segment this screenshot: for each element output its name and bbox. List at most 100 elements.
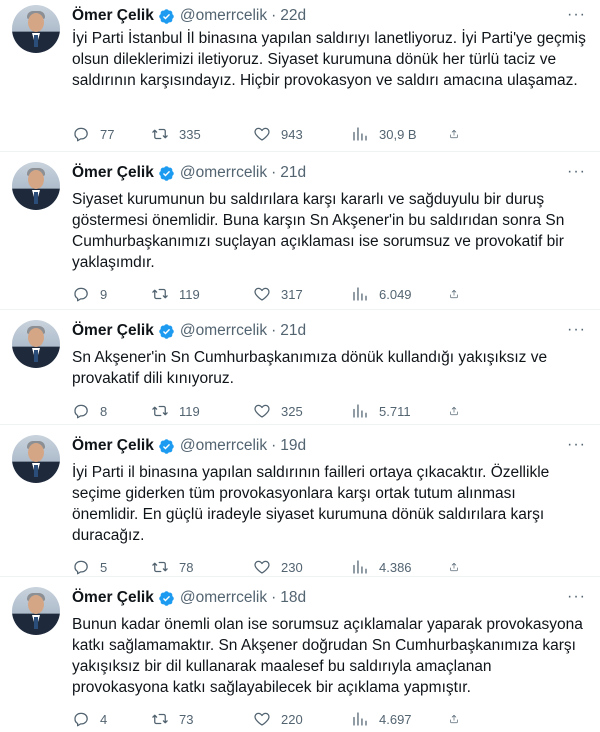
more-options-icon[interactable]: ··· (567, 6, 586, 24)
retweet-button[interactable]: 335 (151, 125, 253, 143)
author-name[interactable]: Ömer Çelik (72, 322, 154, 340)
tweet-header: Ömer Çelik @omerrcelik · 18d (72, 584, 586, 612)
retweet-count: 335 (179, 126, 201, 142)
reply-button[interactable]: 5 (72, 558, 151, 576)
tweet-text: Siyaset kurumunun bu saldırılara karşı k… (72, 191, 565, 271)
reply-count: 8 (100, 403, 108, 419)
more-options-icon[interactable]: ··· (567, 163, 586, 181)
heart-icon (254, 712, 270, 726)
tweet[interactable]: Ömer Çelik @omerrcelik · 22d İyi Parti İ… (0, 0, 600, 152)
like-button[interactable]: 317 (253, 285, 351, 303)
tweet-time[interactable]: 18d (280, 589, 306, 607)
views-chart-icon (353, 404, 367, 418)
author-handle[interactable]: @omerrcelik (180, 164, 267, 182)
avatar[interactable] (12, 162, 60, 210)
reply-icon (74, 560, 88, 575)
share-icon (450, 129, 458, 139)
share-icon (450, 562, 458, 572)
views-button[interactable]: 5.711 (351, 402, 449, 420)
author-name[interactable]: Ömer Çelik (72, 7, 154, 25)
avatar[interactable] (12, 587, 60, 635)
views-button[interactable]: 4.697 (351, 710, 449, 728)
like-count: 317 (281, 286, 303, 302)
tweet[interactable]: Ömer Çelik @omerrcelik · 21d Sn Akşener'… (0, 310, 600, 425)
tweet-time[interactable]: 21d (280, 164, 306, 182)
views-button[interactable]: 6.049 (351, 285, 449, 303)
tweet-header: Ömer Çelik @omerrcelik · 21d (72, 159, 586, 187)
view-count: 4.697 (379, 711, 412, 727)
tweet-time[interactable]: 19d (280, 437, 306, 455)
author-name[interactable]: Ömer Çelik (72, 164, 154, 182)
verified-badge-icon (159, 165, 174, 181)
reply-icon (74, 712, 88, 727)
author-handle[interactable]: @omerrcelik (180, 589, 267, 607)
reply-count: 5 (100, 559, 108, 575)
tweet[interactable]: Ömer Çelik @omerrcelik · 19d İyi Parti i… (0, 425, 600, 577)
tweet-header: Ömer Çelik @omerrcelik · 22d (72, 2, 586, 30)
reply-icon (74, 404, 88, 419)
like-button[interactable]: 230 (253, 558, 351, 576)
author-handle[interactable]: @omerrcelik (180, 7, 267, 25)
tweet-text: Bunun kadar önemli olan ise sorumsuz açı… (72, 616, 583, 696)
tweet[interactable]: Ömer Çelik @omerrcelik · 21d Siyaset kur… (0, 152, 600, 310)
share-button[interactable] (449, 558, 469, 576)
reply-button[interactable]: 9 (72, 285, 151, 303)
view-count: 5.711 (379, 403, 411, 419)
reply-count: 9 (100, 286, 108, 302)
like-button[interactable]: 325 (253, 402, 351, 420)
retweet-button[interactable]: 119 (151, 402, 253, 420)
share-button[interactable] (449, 402, 469, 420)
retweet-button[interactable]: 73 (151, 710, 253, 728)
tweet-actions: 9 119 317 6.049 (72, 284, 586, 304)
tweet-feed: Ömer Çelik @omerrcelik · 22d İyi Parti İ… (0, 0, 600, 732)
verified-badge-icon (159, 438, 174, 454)
share-button[interactable] (449, 125, 469, 143)
views-button[interactable]: 4.386 (351, 558, 449, 576)
view-count: 6.049 (379, 286, 412, 302)
retweet-icon (152, 713, 168, 725)
reply-button[interactable]: 4 (72, 710, 151, 728)
author-name[interactable]: Ömer Çelik (72, 437, 154, 455)
retweet-button[interactable]: 119 (151, 285, 253, 303)
avatar[interactable] (12, 320, 60, 368)
retweet-icon (152, 288, 168, 300)
tweet-text: İyi Parti İstanbul İl binasına yapılan s… (72, 30, 586, 89)
reply-count: 77 (100, 126, 115, 142)
tweet-time[interactable]: 22d (280, 7, 306, 25)
reply-button[interactable]: 77 (72, 125, 151, 143)
retweet-icon (152, 128, 168, 140)
separator-dot: · (271, 437, 277, 454)
verified-badge-icon (159, 8, 174, 24)
more-options-icon[interactable]: ··· (567, 321, 586, 339)
share-button[interactable] (449, 285, 469, 303)
view-count: 30,9 B (379, 126, 417, 142)
share-icon (450, 406, 458, 416)
reply-count: 4 (100, 711, 108, 727)
tweet-time[interactable]: 21d (280, 322, 306, 340)
like-button[interactable]: 943 (253, 125, 351, 143)
more-options-icon[interactable]: ··· (567, 436, 586, 454)
more-options-icon[interactable]: ··· (567, 588, 586, 606)
retweet-icon (152, 561, 168, 573)
avatar[interactable] (12, 5, 60, 53)
tweet-header: Ömer Çelik @omerrcelik · 19d (72, 432, 586, 460)
separator-dot: · (271, 7, 277, 24)
author-name[interactable]: Ömer Çelik (72, 589, 154, 607)
like-count: 230 (281, 559, 303, 575)
tweet-actions: 8 119 325 5.711 (72, 401, 586, 421)
reply-button[interactable]: 8 (72, 402, 151, 420)
heart-icon (254, 127, 270, 141)
like-button[interactable]: 220 (253, 710, 351, 728)
retweet-button[interactable]: 78 (151, 558, 253, 576)
verified-badge-icon (159, 590, 174, 606)
share-icon (450, 714, 458, 724)
author-handle[interactable]: @omerrcelik (180, 437, 267, 455)
author-handle[interactable]: @omerrcelik (180, 322, 267, 340)
views-button[interactable]: 30,9 B (351, 125, 449, 143)
tweet-header: Ömer Çelik @omerrcelik · 21d (72, 317, 586, 345)
tweet[interactable]: Ömer Çelik @omerrcelik · 18d Bunun kadar… (0, 577, 600, 732)
heart-icon (254, 404, 270, 418)
reply-icon (74, 287, 88, 302)
avatar[interactable] (12, 435, 60, 483)
share-button[interactable] (449, 710, 469, 728)
